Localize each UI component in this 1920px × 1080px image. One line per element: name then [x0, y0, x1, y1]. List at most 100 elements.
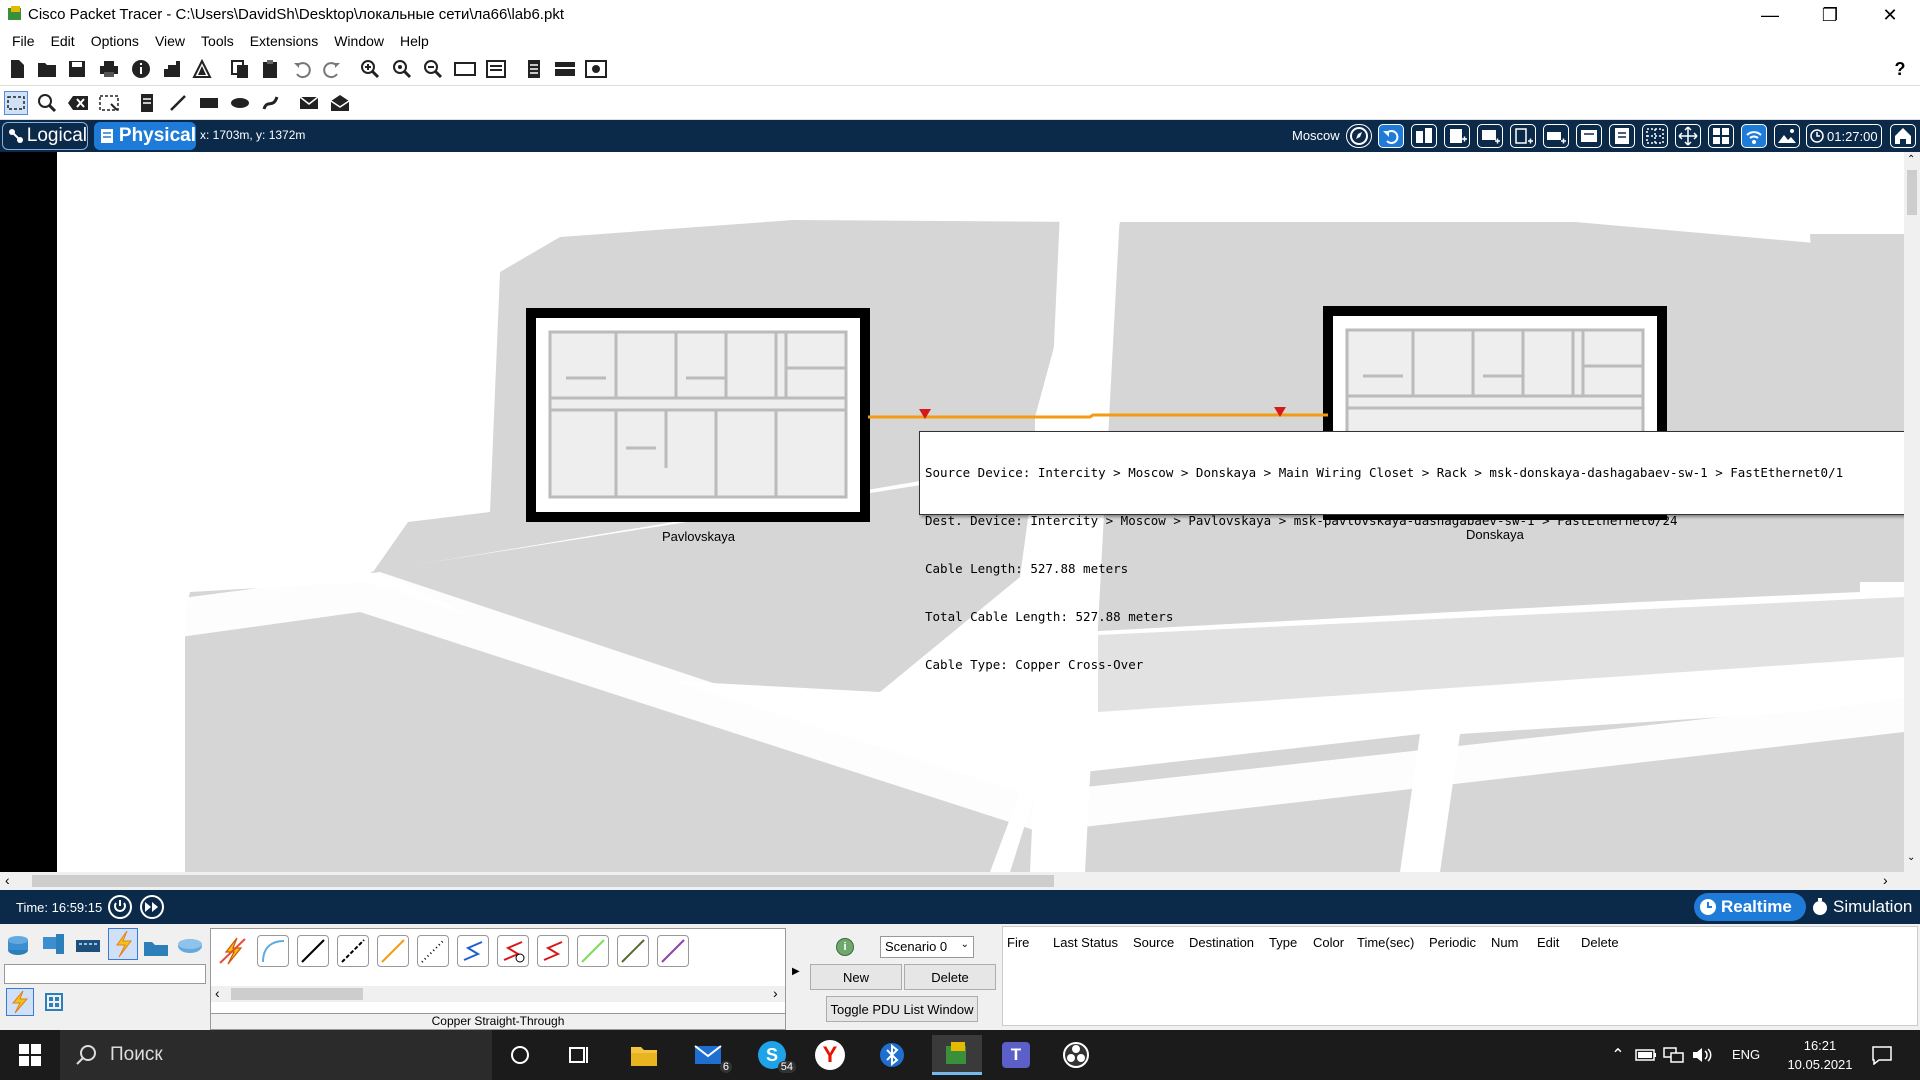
network-devices-category-icon[interactable] — [6, 932, 34, 960]
miscellaneous-category-icon[interactable] — [142, 932, 170, 960]
info-icon[interactable] — [129, 57, 153, 81]
device-search-field[interactable] — [4, 964, 206, 984]
components-category-icon[interactable] — [74, 932, 102, 960]
scroll-down-icon[interactable]: ⌄ — [1907, 852, 1915, 863]
usb-cable-icon[interactable] — [657, 935, 689, 967]
logical-view-tab[interactable]: Logical — [2, 122, 88, 150]
set-background-icon[interactable] — [1675, 124, 1701, 148]
paste-icon[interactable] — [258, 57, 282, 81]
undo-icon[interactable] — [290, 57, 314, 81]
new-table-icon[interactable] — [1543, 124, 1569, 148]
packet-tracer-taskbar-icon[interactable] — [932, 1035, 982, 1075]
scenario-select[interactable]: Scenario 0 ⌄ — [880, 936, 974, 958]
add-complex-pdu-icon[interactable] — [328, 91, 352, 115]
activity-wizard-icon[interactable] — [190, 57, 214, 81]
serial-dte-icon[interactable] — [537, 935, 569, 967]
show-hidden-icons-chevron-icon[interactable]: ⌃ — [1604, 1035, 1632, 1075]
device-template-icon[interactable] — [553, 57, 577, 81]
cabling-icon[interactable] — [1609, 124, 1635, 148]
obs-icon[interactable] — [1056, 1035, 1096, 1075]
resize-shape-icon[interactable] — [97, 91, 121, 115]
cortana-icon[interactable] — [500, 1035, 540, 1075]
wireless-range-icon[interactable] — [1741, 124, 1767, 148]
redo-icon[interactable] — [320, 57, 344, 81]
scroll-left-icon[interactable]: ‹ — [5, 872, 10, 888]
help-icon[interactable]: ? — [1888, 57, 1912, 81]
structured-cabling-icon[interactable] — [44, 992, 66, 1014]
close-button[interactable]: ✕ — [1860, 0, 1920, 30]
draw-line-icon[interactable] — [166, 91, 190, 115]
cable-palette-scrollbar[interactable]: ‹ › — [211, 985, 785, 1002]
skype-icon[interactable]: S 54 — [752, 1035, 796, 1075]
vertical-scrollbar[interactable]: ⌃ ⌄ — [1904, 152, 1920, 872]
menu-help[interactable]: Help — [392, 33, 437, 49]
copy-icon[interactable] — [228, 57, 252, 81]
connections-subcategory-icon[interactable] — [6, 988, 34, 1016]
drawing-palette-icon[interactable] — [453, 57, 477, 81]
delete-tool-icon[interactable] — [66, 91, 90, 115]
connections-category-icon[interactable] — [108, 928, 138, 960]
scenario-info-icon[interactable]: i — [836, 938, 854, 956]
notification-center-icon[interactable] — [1862, 1035, 1902, 1075]
web-view-icon[interactable] — [584, 57, 608, 81]
grid-icon[interactable] — [1642, 124, 1668, 148]
automatic-connection-icon[interactable] — [217, 935, 249, 967]
fiber-cable-icon[interactable] — [377, 935, 409, 967]
iot-custom-cable-icon[interactable] — [617, 935, 649, 967]
freeform-icon[interactable] — [259, 91, 283, 115]
new-scenario-button[interactable]: New — [810, 964, 902, 990]
print-icon[interactable] — [97, 57, 121, 81]
power-cycle-devices-icon[interactable] — [108, 895, 132, 919]
volume-icon[interactable] — [1688, 1035, 1716, 1075]
multiuser-category-icon[interactable] — [176, 932, 204, 960]
add-simple-pdu-icon[interactable] — [297, 91, 321, 115]
environment-clock[interactable]: 01:27:00 — [1806, 124, 1882, 148]
phone-cable-icon[interactable] — [417, 935, 449, 967]
zoom-out-icon[interactable] — [421, 57, 445, 81]
zoom-in-icon[interactable] — [358, 57, 382, 81]
battery-icon[interactable] — [1632, 1035, 1660, 1075]
physical-view-tab[interactable]: Physical — [94, 122, 196, 150]
yandex-browser-icon[interactable]: Y — [810, 1035, 850, 1075]
menu-tools[interactable]: Tools — [193, 33, 242, 49]
ipc-icon[interactable] — [522, 57, 546, 81]
teams-icon[interactable]: T — [996, 1035, 1036, 1075]
menu-window[interactable]: Window — [326, 33, 392, 49]
copper-cross-over-icon[interactable] — [337, 935, 369, 967]
octal-cable-icon[interactable] — [577, 935, 609, 967]
delete-scenario-button[interactable]: Delete — [904, 964, 996, 990]
new-file-icon[interactable] — [5, 57, 29, 81]
scroll-right-icon[interactable]: › — [1883, 872, 1888, 888]
back-icon[interactable] — [1378, 124, 1404, 148]
menu-options[interactable]: Options — [83, 33, 147, 49]
horizontal-scroll-thumb[interactable] — [32, 875, 1054, 887]
maximize-button[interactable]: ❐ — [1800, 0, 1860, 30]
draw-ellipse-icon[interactable] — [228, 91, 252, 115]
simulation-mode-button[interactable]: Simulation — [1808, 893, 1918, 921]
navigation-compass-icon[interactable] — [1346, 124, 1372, 148]
zoom-reset-icon[interactable] — [390, 57, 414, 81]
file-explorer-icon[interactable] — [624, 1035, 664, 1075]
mail-app-icon[interactable]: 6 — [688, 1035, 732, 1075]
network-icon[interactable] — [1660, 1035, 1688, 1075]
inspect-tool-icon[interactable] — [35, 91, 59, 115]
bluetooth-file-icon[interactable] — [872, 1035, 912, 1075]
copper-straight-through-icon[interactable] — [297, 935, 329, 967]
move-object-icon[interactable] — [1576, 124, 1602, 148]
select-tool-icon[interactable] — [4, 91, 28, 115]
vertical-scroll-thumb[interactable] — [1907, 170, 1917, 215]
place-note-icon[interactable] — [135, 91, 159, 115]
save-icon[interactable] — [65, 57, 89, 81]
expand-panel-icon[interactable]: ▶ — [792, 966, 800, 977]
toggle-pdu-list-button[interactable]: Toggle PDU List Window — [826, 996, 978, 1022]
end-devices-category-icon[interactable] — [40, 932, 68, 960]
network-info-icon[interactable] — [160, 57, 184, 81]
serial-dce-icon[interactable] — [497, 935, 529, 967]
coaxial-cable-icon[interactable] — [457, 935, 489, 967]
menu-extensions[interactable]: Extensions — [242, 33, 326, 49]
new-building-icon[interactable] — [1444, 124, 1470, 148]
new-closet-icon[interactable] — [1477, 124, 1503, 148]
background-image-icon[interactable] — [1774, 124, 1800, 148]
viewport-icon[interactable] — [1708, 124, 1734, 148]
cable-scroll-right-icon[interactable]: › — [773, 985, 778, 1001]
